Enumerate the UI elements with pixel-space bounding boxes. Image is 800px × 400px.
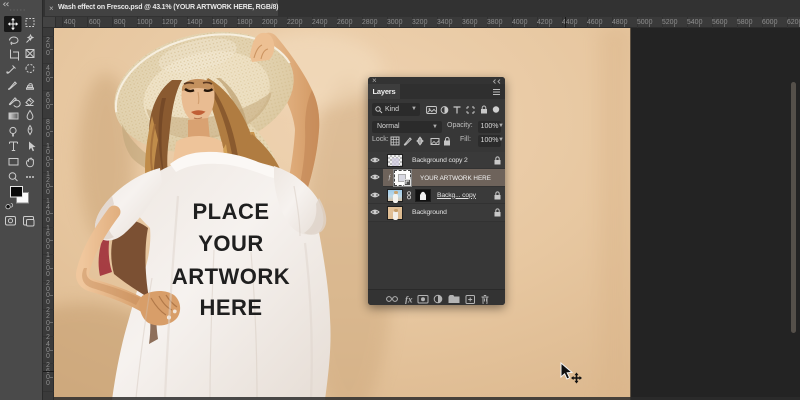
svg-text:PLACE: PLACE	[192, 199, 269, 224]
svg-text:fx: fx	[405, 294, 413, 304]
svg-text:HERE: HERE	[199, 295, 262, 320]
svg-text:YOUR: YOUR	[198, 231, 264, 256]
svg-text:ARTWORK: ARTWORK	[172, 264, 290, 289]
